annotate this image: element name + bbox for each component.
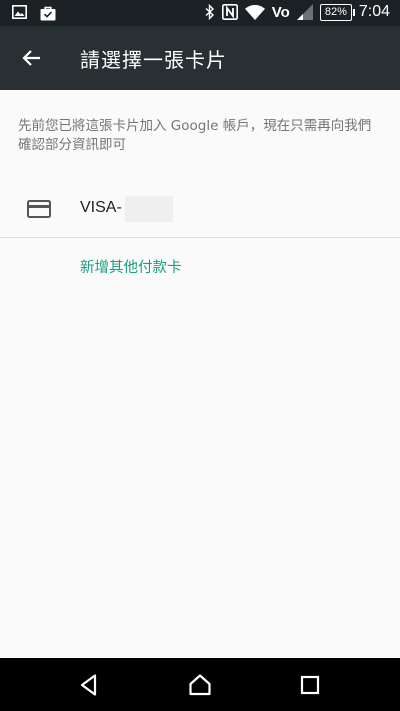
card-label: VISA- — [80, 199, 122, 216]
description-text: 先前您已將這張卡片加入 Google 帳戶，現在只需再向我們確認部分資訊即可 — [18, 118, 372, 153]
home-icon[interactable] — [187, 672, 213, 698]
battery-icon: 82% — [319, 3, 355, 21]
card-option[interactable]: VISA- — [0, 180, 400, 238]
wifi-icon — [244, 4, 265, 20]
page-title: 請選擇一張卡片 — [80, 48, 227, 72]
arrow-back-icon[interactable] — [20, 46, 44, 70]
image-icon — [12, 5, 27, 19]
card-number-mask — [125, 196, 173, 222]
back-triangle-icon[interactable] — [76, 672, 102, 698]
add-payment-card-link[interactable]: 新增其他付款卡 — [80, 256, 182, 277]
app-bar: 請選擇一張卡片 — [0, 26, 400, 90]
navigation-bar — [0, 658, 400, 711]
bag-icon — [40, 6, 56, 21]
status-bar: Vo 82% 7:04 — [0, 0, 400, 26]
credit-card-icon — [27, 200, 51, 218]
recents-icon[interactable] — [297, 672, 323, 698]
signal-icon — [296, 4, 313, 20]
nfc-icon — [221, 4, 238, 20]
volte-icon: Vo — [271, 3, 290, 21]
bluetooth-icon — [205, 4, 214, 20]
clock-time: 7:04 — [358, 3, 390, 20]
